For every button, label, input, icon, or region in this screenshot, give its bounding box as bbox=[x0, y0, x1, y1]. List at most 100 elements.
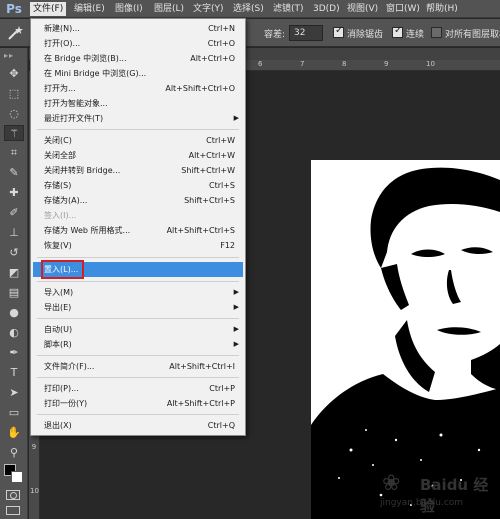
menu-item-open-smart-object[interactable]: 打开为智能对象... bbox=[33, 96, 243, 111]
tolerance-input[interactable]: 32 bbox=[289, 25, 323, 41]
menu-item-save[interactable]: 存储(S) Ctrl+S bbox=[33, 178, 243, 193]
healing-brush-tool-icon[interactable]: ✚ bbox=[4, 185, 24, 201]
menu-item-label: 存储(S) bbox=[44, 181, 72, 190]
menu-item-export[interactable]: 导出(E) ▶ bbox=[33, 300, 243, 315]
brush-tool-icon[interactable]: ✐ bbox=[4, 205, 24, 221]
submenu-arrow-icon: ▶ bbox=[233, 288, 239, 296]
history-brush-tool-icon[interactable]: ↺ bbox=[4, 245, 24, 261]
menu-separator bbox=[37, 281, 239, 282]
menu-view[interactable]: 视图(V) bbox=[344, 2, 381, 16]
image-canvas[interactable] bbox=[311, 160, 500, 519]
ruler-tick-label: 8 bbox=[342, 60, 347, 68]
menu-item-label: 打开为智能对象... bbox=[44, 99, 108, 108]
menu-edit[interactable]: 编辑(E) bbox=[71, 2, 108, 16]
menu-item-print-one-copy[interactable]: 打印一份(Y) Alt+Shift+Ctrl+P bbox=[33, 396, 243, 411]
submenu-arrow-icon: ▶ bbox=[233, 303, 239, 311]
lasso-tool-icon[interactable]: ◌ bbox=[4, 106, 24, 122]
menu-item-label: 关闭并转到 Bridge... bbox=[44, 166, 121, 175]
menu-item-shortcut: Alt+Ctrl+O bbox=[190, 54, 235, 63]
contiguous-checkbox[interactable] bbox=[392, 25, 403, 38]
menu-item-label: 导入(M) bbox=[44, 288, 74, 297]
menu-item-label: 存储为(A)... bbox=[44, 196, 88, 205]
menu-item-open-as[interactable]: 打开为... Alt+Shift+Ctrl+O bbox=[33, 81, 243, 96]
shape-tool-icon[interactable]: ▭ bbox=[4, 405, 24, 421]
marquee-tool-icon[interactable]: ⬚ bbox=[4, 86, 24, 102]
magic-wand-tool-icon[interactable]: ⚚ bbox=[4, 125, 24, 141]
tools-panel: ▸▸ ✥ ⬚ ◌ ⚚ ⌗ ✎ ✚ ✐ ⊥ ↺ ◩ ▤ ● ◐ ✒ T ➤ ▭ ✋… bbox=[0, 48, 28, 519]
ruler-tick-label: 9 bbox=[384, 60, 389, 68]
submenu-arrow-icon: ▶ bbox=[233, 325, 239, 333]
hand-tool-icon[interactable]: ✋ bbox=[4, 425, 24, 441]
menu-filter[interactable]: 滤镜(T) bbox=[270, 2, 307, 16]
menu-item-automate[interactable]: 自动(U) ▶ bbox=[33, 322, 243, 337]
menu-3d[interactable]: 3D(D) bbox=[310, 2, 343, 16]
menu-item-shortcut: Alt+Shift+Ctrl+P bbox=[166, 399, 235, 408]
menu-separator bbox=[37, 257, 239, 258]
contiguous-label: 连续 bbox=[406, 30, 425, 40]
place-highlight-box bbox=[41, 260, 84, 279]
menu-item-shortcut: Alt+Shift+Ctrl+S bbox=[166, 226, 235, 235]
magic-wand-preset-icon[interactable] bbox=[5, 24, 25, 42]
menu-item-revert[interactable]: 恢复(V) F12 bbox=[33, 238, 243, 253]
watermark-url: jingyan.baidu.com bbox=[380, 498, 464, 508]
menu-item-shortcut: Alt+Ctrl+W bbox=[188, 151, 235, 160]
menu-item-new[interactable]: 新建(N)... Ctrl+N bbox=[33, 21, 243, 36]
menu-item-label: 文件简介(F)... bbox=[44, 362, 95, 371]
menu-image[interactable]: 图像(I) bbox=[112, 2, 146, 16]
menu-item-scripts[interactable]: 脚本(R) ▶ bbox=[33, 337, 243, 352]
menu-item-label: 关闭(C) bbox=[44, 136, 72, 145]
menu-item-label: 恢复(V) bbox=[44, 241, 72, 250]
menu-item-shortcut: Ctrl+P bbox=[209, 384, 235, 393]
path-selection-tool-icon[interactable]: ➤ bbox=[4, 385, 24, 401]
menu-item-browse-mini-bridge[interactable]: 在 Mini Bridge 中浏览(G)... bbox=[33, 66, 243, 81]
crop-tool-icon[interactable]: ⌗ bbox=[4, 145, 24, 161]
pen-tool-icon[interactable]: ✒ bbox=[4, 345, 24, 361]
menu-type[interactable]: 文字(Y) bbox=[190, 2, 227, 16]
clone-stamp-tool-icon[interactable]: ⊥ bbox=[4, 225, 24, 241]
menu-item-exit[interactable]: 退出(X) Ctrl+Q bbox=[33, 418, 243, 433]
menu-separator bbox=[37, 355, 239, 356]
menu-item-open[interactable]: 打开(O)... Ctrl+O bbox=[33, 36, 243, 51]
menu-item-save-as[interactable]: 存储为(A)... Shift+Ctrl+S bbox=[33, 193, 243, 208]
menu-layer[interactable]: 图层(L) bbox=[151, 2, 187, 16]
dodge-tool-icon[interactable]: ◐ bbox=[4, 325, 24, 341]
menu-item-close-all[interactable]: 关闭全部 Alt+Ctrl+W bbox=[33, 148, 243, 163]
eraser-tool-icon[interactable]: ◩ bbox=[4, 265, 24, 281]
menu-item-label: 最近打开文件(T) bbox=[44, 114, 104, 123]
menu-item-shortcut: Shift+Ctrl+W bbox=[181, 166, 235, 175]
sample-all-layers-checkbox[interactable] bbox=[431, 27, 442, 38]
menu-item-label: 打印一份(Y) bbox=[44, 399, 88, 408]
menu-item-browse-bridge[interactable]: 在 Bridge 中浏览(B)... Alt+Ctrl+O bbox=[33, 51, 243, 66]
menu-file[interactable]: 文件(F) bbox=[30, 2, 67, 16]
menu-item-shortcut: Ctrl+Q bbox=[207, 421, 235, 430]
move-tool-icon[interactable]: ✥ bbox=[4, 66, 24, 82]
type-tool-icon[interactable]: T bbox=[4, 365, 24, 381]
portrait-threshold-image bbox=[311, 167, 500, 519]
zoom-tool-icon[interactable]: ⚲ bbox=[4, 445, 24, 461]
menu-select[interactable]: 选择(S) bbox=[230, 2, 267, 16]
menu-window[interactable]: 窗口(W) bbox=[383, 2, 423, 16]
menu-item-close[interactable]: 关闭(C) Ctrl+W bbox=[33, 133, 243, 148]
menu-item-close-go-bridge[interactable]: 关闭并转到 Bridge... Shift+Ctrl+W bbox=[33, 163, 243, 178]
eyedropper-tool-icon[interactable]: ✎ bbox=[4, 165, 24, 181]
menu-item-label: 打开(O)... bbox=[44, 39, 81, 48]
antialias-checkbox[interactable] bbox=[333, 25, 344, 38]
menu-item-label: 在 Mini Bridge 中浏览(G)... bbox=[44, 69, 147, 78]
background-color-swatch[interactable] bbox=[11, 471, 23, 483]
gradient-tool-icon[interactable]: ▤ bbox=[4, 285, 24, 301]
screen-mode-icon[interactable] bbox=[6, 506, 20, 515]
menu-item-shortcut: Ctrl+N bbox=[208, 24, 235, 33]
blur-tool-icon[interactable]: ● bbox=[4, 305, 24, 321]
menu-item-save-for-web[interactable]: 存储为 Web 所用格式... Alt+Shift+Ctrl+S bbox=[33, 223, 243, 238]
panel-grip-icon[interactable]: ▸▸ bbox=[4, 51, 24, 61]
ruler-tick-label: 10 bbox=[426, 60, 435, 68]
menu-item-recent-files[interactable]: 最近打开文件(T) ▶ bbox=[33, 111, 243, 126]
quick-mask-icon[interactable] bbox=[6, 490, 20, 500]
menu-item-label: 退出(X) bbox=[44, 421, 72, 430]
menu-item-shortcut: Ctrl+W bbox=[206, 136, 235, 145]
menu-item-file-info[interactable]: 文件简介(F)... Alt+Shift+Ctrl+I bbox=[33, 359, 243, 374]
menu-help[interactable]: 帮助(H) bbox=[423, 2, 461, 16]
menu-item-print[interactable]: 打印(P)... Ctrl+P bbox=[33, 381, 243, 396]
menu-item-import[interactable]: 导入(M) ▶ bbox=[33, 285, 243, 300]
menu-separator bbox=[37, 414, 239, 415]
